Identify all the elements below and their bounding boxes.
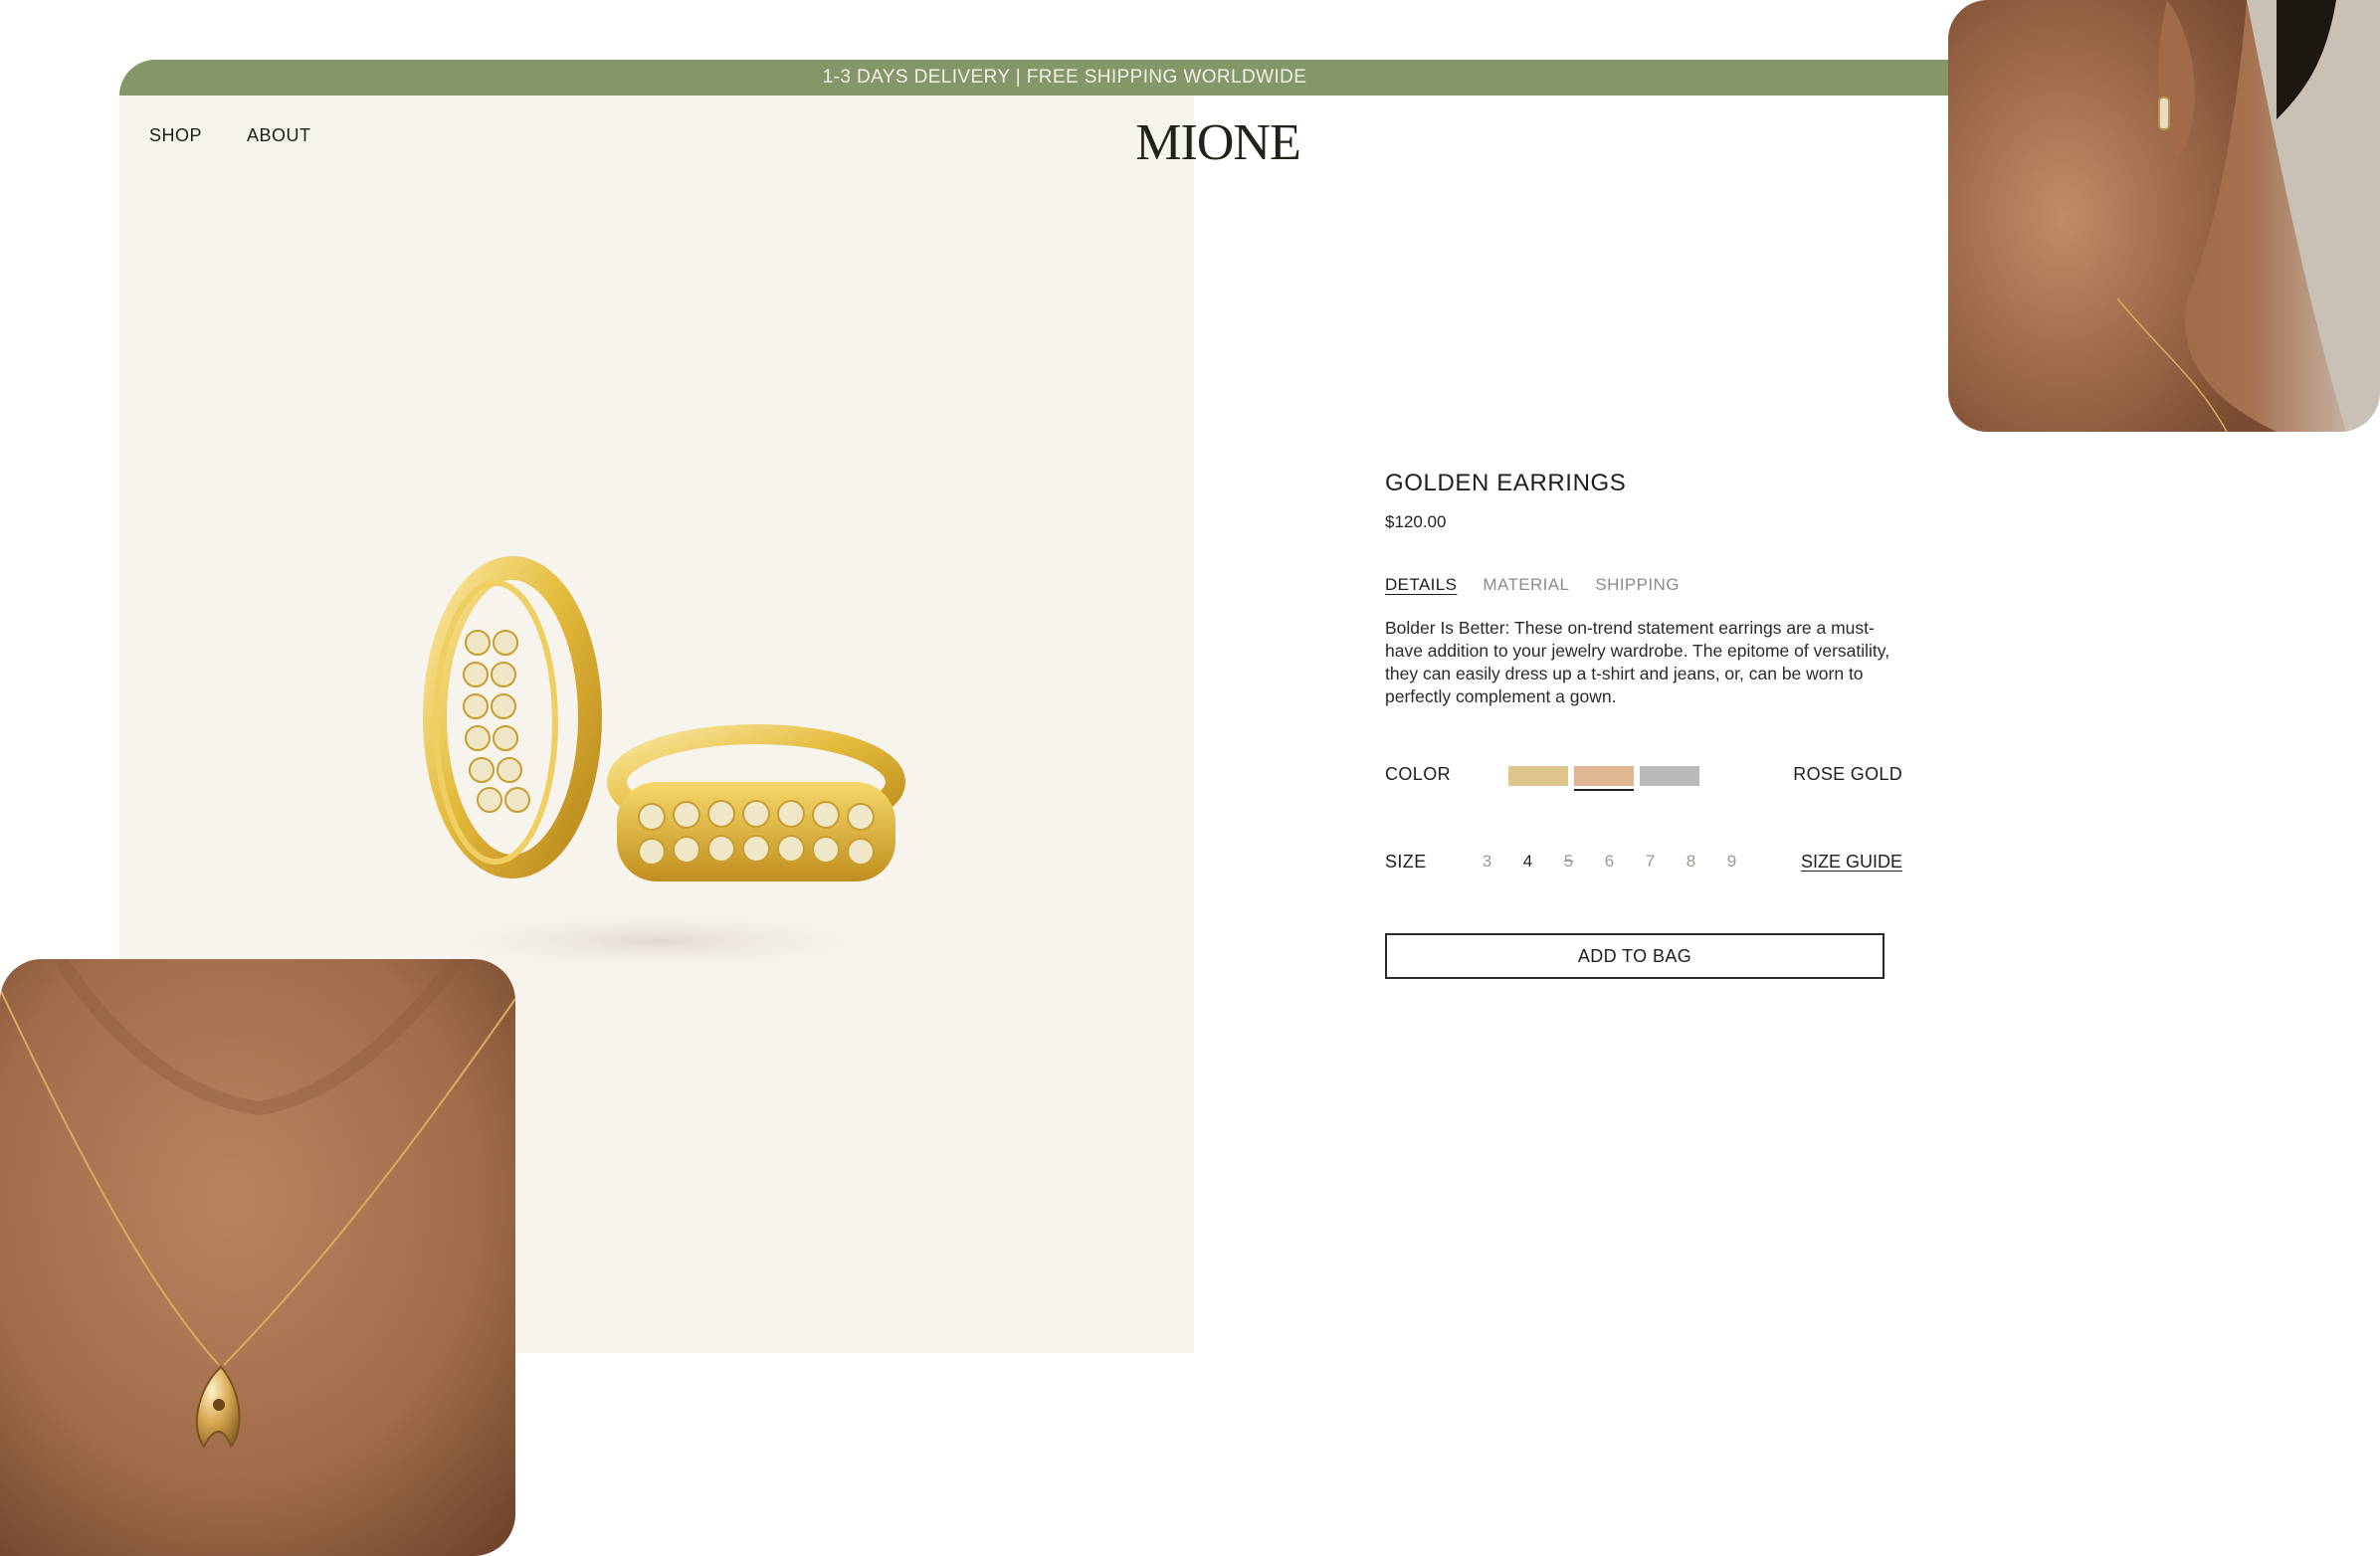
color-swatch-silver[interactable]: [1640, 766, 1699, 786]
tab-material[interactable]: MATERIAL: [1483, 575, 1569, 595]
size-option-3[interactable]: 3: [1467, 852, 1507, 872]
size-option-6[interactable]: 6: [1589, 852, 1630, 872]
color-swatch-rose-gold[interactable]: [1574, 766, 1634, 786]
size-guide-link[interactable]: SIZE GUIDE: [1801, 852, 1902, 873]
size-option-9[interactable]: 9: [1711, 852, 1752, 872]
size-label: SIZE: [1385, 852, 1427, 872]
brand-logo[interactable]: MIONE: [1118, 113, 1317, 172]
earrings-product-image: [408, 556, 905, 973]
product-title: GOLDEN EARRINGS: [1385, 470, 1627, 496]
color-swatches: [1508, 766, 1699, 786]
nav-about-link[interactable]: ABOUT: [247, 125, 311, 146]
product-details-panel: GOLDEN EARRINGS $120.00 DETAILS MATERIAL…: [1385, 60, 1902, 1055]
size-option-5[interactable]: 5: [1548, 852, 1589, 872]
size-option-4[interactable]: 4: [1507, 852, 1548, 872]
product-price: $120.00: [1385, 512, 1447, 531]
selected-swatch-indicator: [1574, 789, 1634, 791]
add-to-bag-button[interactable]: ADD TO BAG: [1385, 933, 1884, 979]
tab-shipping[interactable]: SHIPPING: [1595, 575, 1679, 595]
product-description: Bolder Is Better: These on-trend stateme…: [1385, 618, 1890, 706]
selected-color-name: ROSE GOLD: [1793, 764, 1902, 784]
size-option-7[interactable]: 7: [1630, 852, 1671, 872]
banner-text: 1-3 DAYS DELIVERY | FREE SHIPPING WORLDW…: [822, 67, 1307, 88]
size-option-8[interactable]: 8: [1671, 852, 1711, 872]
color-swatch-gold[interactable]: [1508, 766, 1568, 786]
color-label: COLOR: [1385, 764, 1452, 784]
product-info-tabs: DETAILS MATERIAL SHIPPING: [1385, 575, 1680, 595]
tab-details[interactable]: DETAILS: [1385, 575, 1457, 595]
size-options: 3 4 5 6 7 8 9: [1467, 852, 1752, 872]
model-necklace-photo: [0, 959, 515, 1556]
nav-shop-link[interactable]: SHOP: [149, 125, 202, 146]
model-ear-photo: [1948, 0, 2380, 432]
